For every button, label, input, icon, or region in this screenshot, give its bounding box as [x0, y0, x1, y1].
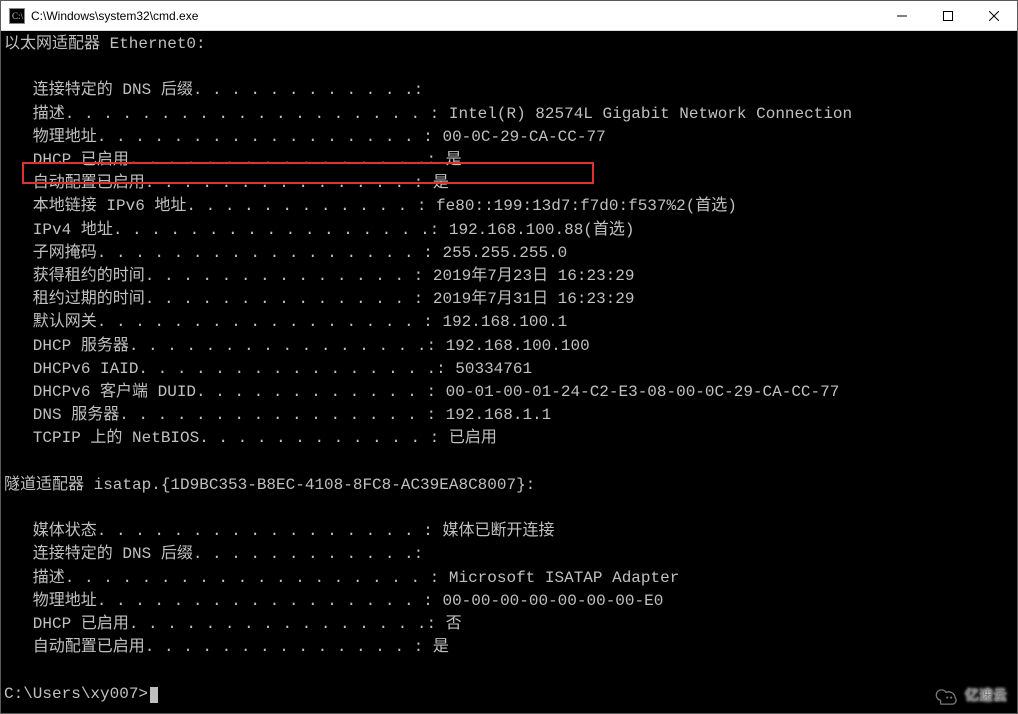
cursor	[150, 687, 158, 703]
cmd-icon: C:\	[9, 8, 25, 24]
close-button[interactable]	[971, 1, 1017, 30]
window-controls	[879, 1, 1017, 30]
window-title: C:\Windows\system32\cmd.exe	[31, 9, 198, 23]
minimize-button[interactable]	[879, 1, 925, 30]
terminal-output: 以太网适配器 Ethernet0: 连接特定的 DNS 后缀. . . . . …	[4, 33, 1014, 706]
terminal-body[interactable]: 以太网适配器 Ethernet0: 连接特定的 DNS 后缀. . . . . …	[1, 31, 1017, 713]
titlebar[interactable]: C:\ C:\Windows\system32\cmd.exe	[1, 1, 1017, 31]
svg-text:C:\: C:\	[12, 11, 24, 21]
maximize-button[interactable]	[925, 1, 971, 30]
close-icon	[989, 11, 999, 21]
maximize-icon	[943, 11, 953, 21]
cmd-window: C:\ C:\Windows\system32\cmd.exe 以太网适配器 E…	[0, 0, 1018, 714]
minimize-icon	[897, 11, 907, 21]
